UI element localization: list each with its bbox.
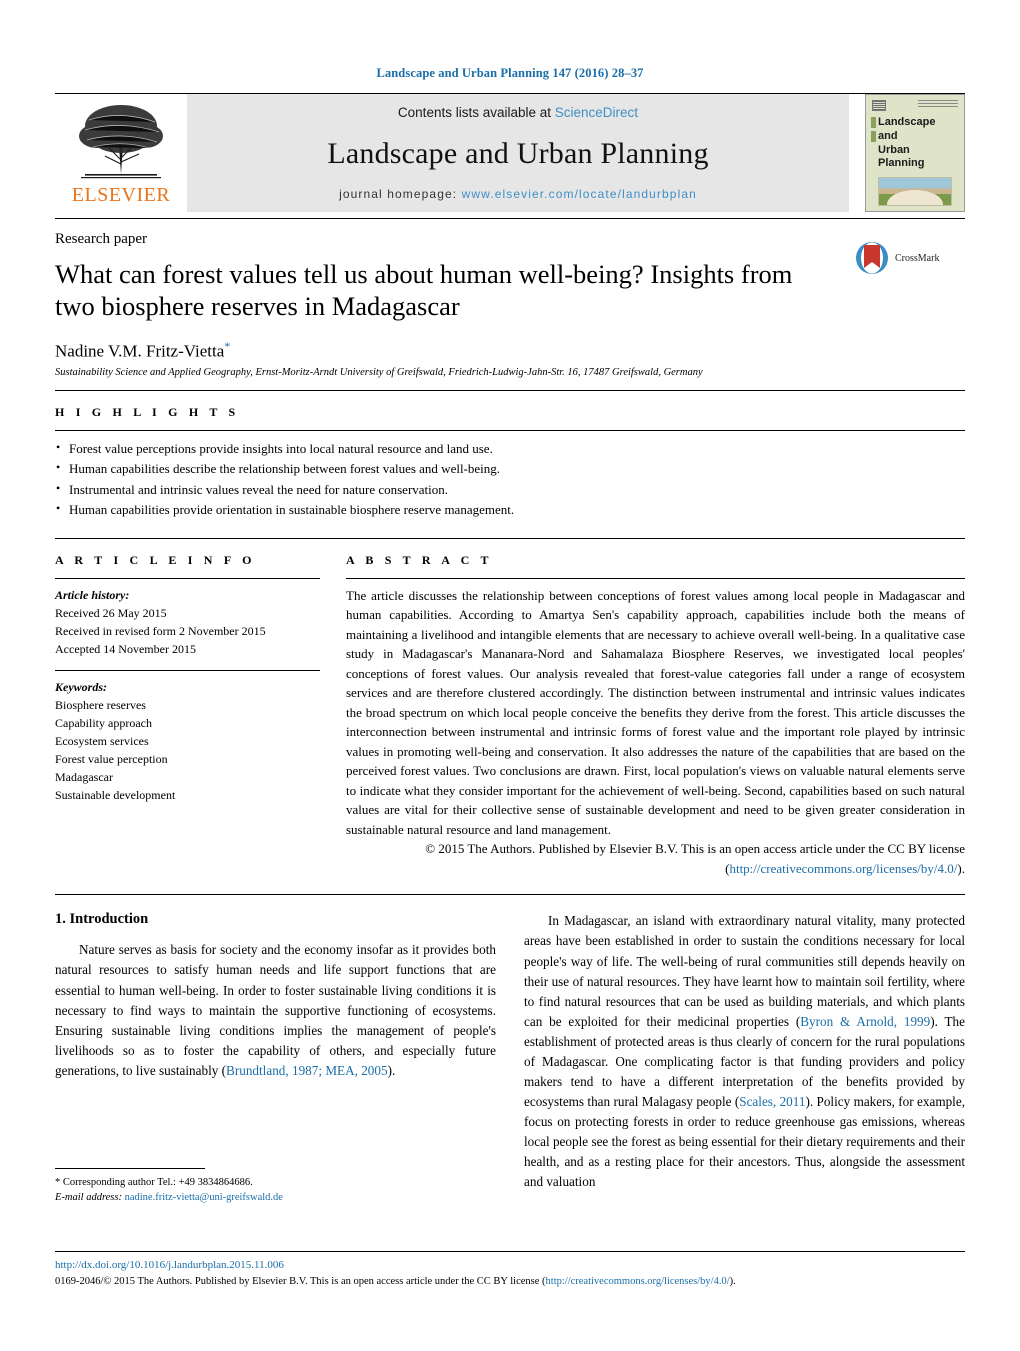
citation-scales[interactable]: Scales, 2011: [739, 1094, 805, 1109]
crossmark-badge[interactable]: CrossMark: [855, 241, 965, 275]
contents-available-line: Contents lists available at ScienceDirec…: [398, 105, 638, 120]
article-type: Research paper: [55, 231, 148, 247]
doi-link[interactable]: http://dx.doi.org/10.1016/j.landurbplan.…: [55, 1257, 965, 1274]
abstract-divider: [346, 577, 965, 579]
elsevier-tree-icon: [79, 105, 163, 179]
author-line: Nadine V.M. Fritz-Vietta*: [55, 339, 965, 362]
contents-prefix: Contents lists available at: [397, 105, 552, 120]
article-info-divider-1: [55, 577, 320, 579]
abstract-text: The article discusses the relationship b…: [346, 587, 965, 837]
corresponding-author-note: * Corresponding author Tel.: +49 3834864…: [55, 1177, 253, 1188]
journal-masthead: ELSEVIER Contents lists available at Sci…: [55, 93, 965, 212]
footer-legal-line: 0169-2046/© 2015 The Authors. Published …: [55, 1274, 965, 1290]
elsevier-wordmark: ELSEVIER: [71, 184, 171, 206]
abstract-column: A B S T R A C T The article discusses th…: [346, 553, 965, 879]
keywords-block: Keywords: Biosphere reserves Capability …: [55, 669, 320, 804]
highlights-section: H I G H L I G H T S Forest value percept…: [55, 390, 965, 520]
highlights-divider: [55, 430, 965, 432]
copyright-text: © 2015 The Authors. Published by Elsevie…: [425, 841, 965, 857]
cover-title-line1: Landscape and: [878, 116, 936, 142]
intro-paragraph-left: Nature serves as basis for society and t…: [55, 940, 496, 1080]
homepage-label: journal homepage:: [339, 187, 458, 201]
highlights-heading: H I G H L I G H T S: [55, 405, 240, 420]
legal-suffix: ).: [729, 1275, 736, 1287]
cover-title-line2: Urban Planning: [878, 143, 925, 170]
article-info-column: A R T I C L E I N F O Article history: R…: [55, 553, 320, 879]
crossmark-label: CrossMark: [895, 252, 940, 264]
list-item: Instrumental and intrinsic values reveal…: [55, 479, 965, 500]
masthead-center: Contents lists available at ScienceDirec…: [187, 94, 849, 212]
abstract-heading: A B S T R A C T: [346, 552, 493, 567]
journal-homepage-line: journal homepage: www.elsevier.com/locat…: [339, 187, 697, 201]
highlights-list: Forest value perceptions provide insight…: [55, 438, 965, 520]
abstract-copyright: © 2015 The Authors. Published by Elsevie…: [346, 839, 965, 878]
footnote-divider: [55, 1168, 205, 1169]
corresponding-author-marker: *: [224, 338, 231, 353]
citation-brundtland-mea[interactable]: Brundtland, 1987; MEA, 2005: [226, 1063, 388, 1078]
citation-byron-arnold[interactable]: Byron & Arnold, 1999: [800, 1014, 930, 1029]
article-history-revised: Received in revised form 2 November 2015: [55, 623, 266, 638]
keyword-item: Forest value perception: [55, 751, 168, 766]
running-head: Landscape and Urban Planning 147 (2016) …: [376, 66, 644, 80]
keyword-item: Madagascar: [55, 769, 113, 784]
article-title: What can forest values tell us about hum…: [55, 259, 793, 322]
legal-prefix: 0169-2046/© 2015 The Authors. Published …: [55, 1275, 546, 1287]
journal-cover-thumbnail: Landscape and Urban Planning: [865, 94, 965, 212]
body-column-left: 1. Introduction Nature serves as basis f…: [55, 911, 496, 1192]
keyword-item: Ecosystem services: [55, 733, 149, 748]
cover-photo-canopy: [887, 190, 943, 205]
keyword-item: Capability approach: [55, 715, 152, 730]
footer-license-link[interactable]: http://creativecommons.org/licenses/by/4…: [546, 1276, 730, 1287]
section-heading-introduction: 1. Introduction: [55, 911, 149, 928]
article-history-received: Received 26 May 2015: [55, 605, 167, 620]
email-label: E-mail address:: [55, 1192, 122, 1204]
body-column-right: In Madagascar, an island with extraordin…: [524, 911, 965, 1192]
article-info-heading: A R T I C L E I N F O: [55, 552, 256, 567]
page-footer: http://dx.doi.org/10.1016/j.landurbplan.…: [55, 1251, 965, 1289]
homepage-url-link[interactable]: www.elsevier.com/locate/landurbplan: [462, 187, 697, 201]
keyword-item: Sustainable development: [55, 787, 176, 802]
author-name: Nadine V.M. Fritz-Vietta: [55, 341, 225, 361]
license-link[interactable]: http://creativecommons.org/licenses/by/4…: [729, 861, 957, 876]
keyword-item: Biosphere reserves: [55, 697, 146, 712]
sciencedirect-link[interactable]: ScienceDirect: [555, 105, 638, 120]
crossmark-icon: [856, 242, 888, 274]
article-info-divider-2: [55, 669, 320, 671]
footnote-block: * Corresponding author Tel.: +49 3834864…: [55, 1168, 496, 1205]
list-item: Human capabilities describe the relation…: [55, 458, 965, 479]
article-history-accepted: Accepted 14 November 2015: [55, 641, 196, 656]
paper-page: Landscape and Urban Planning 147 (2016) …: [0, 0, 1020, 1351]
info-abstract-block: A R T I C L E I N F O Article history: R…: [55, 537, 965, 879]
email-note: E-mail address: nadine.fritz-vietta@uni-…: [55, 1190, 496, 1205]
cover-journal-title: Landscape and Urban Planning: [871, 116, 958, 171]
list-item: Human capabilities provide orientation i…: [55, 499, 965, 520]
elsevier-logo: ELSEVIER: [55, 94, 187, 212]
license-paren-close: ).: [957, 860, 965, 876]
author-affiliation: Sustainability Science and Applied Geogr…: [55, 367, 703, 379]
footer-divider: [55, 1251, 965, 1252]
cover-top-row: [872, 100, 958, 111]
article-history-label: Article history:: [55, 587, 130, 602]
intro-left-text-2: ).: [387, 1062, 396, 1078]
cover-publisher-badge-icon: [872, 100, 886, 111]
journal-title: Landscape and Urban Planning: [327, 136, 709, 170]
email-link[interactable]: nadine.fritz-vietta@uni-greifswald.de: [125, 1192, 283, 1203]
article-head: Research paper What can forest values te…: [55, 218, 965, 390]
article-body: 1. Introduction Nature serves as basis f…: [55, 894, 965, 1192]
cover-photo: [878, 177, 952, 206]
keywords-label: Keywords:: [55, 679, 107, 694]
intro-paragraph-right: In Madagascar, an island with extraordin…: [524, 911, 965, 1192]
intro-right-text-1: In Madagascar, an island with extraordin…: [524, 913, 965, 1029]
cover-masthead-lines: [918, 100, 958, 108]
intro-left-text-1: Nature serves as basis for society and t…: [55, 942, 496, 1078]
list-item: Forest value perceptions provide insight…: [55, 438, 965, 459]
